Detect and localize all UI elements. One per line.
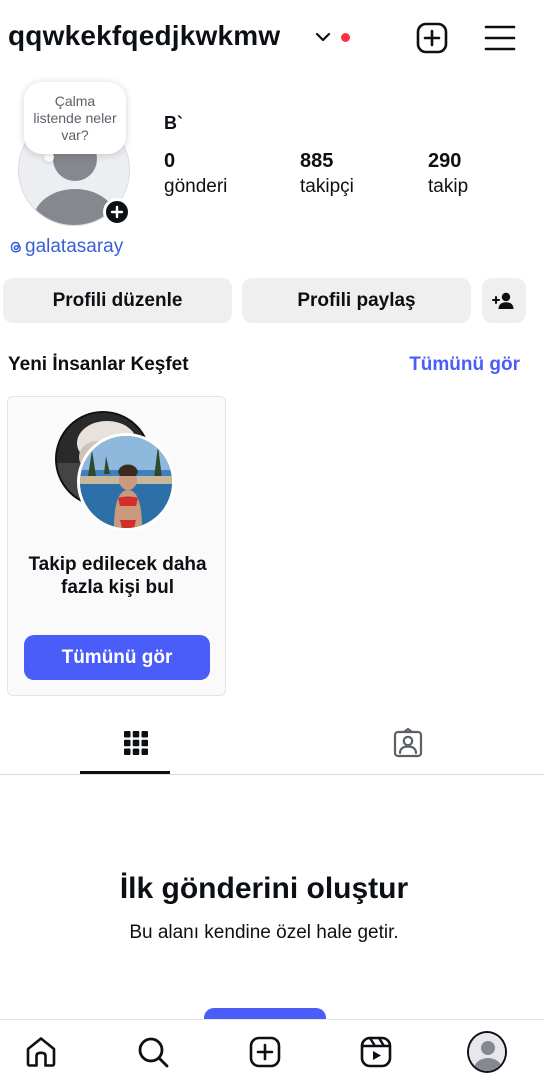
notification-dot xyxy=(341,33,350,42)
menu-icon[interactable] xyxy=(482,20,518,56)
suggested-user-avatar xyxy=(77,433,175,531)
suggested-user-photo xyxy=(80,436,172,528)
search-icon xyxy=(138,1037,169,1068)
posts-label: gönderi xyxy=(164,176,228,197)
followers-count: 885 xyxy=(300,150,334,172)
nav-search[interactable] xyxy=(133,1032,173,1072)
empty-state-title: İlk gönderini oluştur xyxy=(119,872,409,905)
following-stat[interactable]: 290 takip xyxy=(428,148,468,200)
discover-title: Yeni İnsanlar Keşfet xyxy=(8,354,189,375)
default-avatar-icon xyxy=(469,1033,505,1071)
tab-posts-grid[interactable] xyxy=(0,712,272,774)
followers-stat[interactable]: 885 takipçi xyxy=(300,148,354,200)
grid-icon xyxy=(124,731,148,755)
home-icon xyxy=(26,1037,56,1067)
tab-divider xyxy=(0,774,544,775)
nav-profile[interactable] xyxy=(467,1031,507,1073)
bottom-navigation xyxy=(0,1019,544,1080)
suggestion-card-text: Takip edilecek daha fazla kişi bul xyxy=(28,554,207,598)
nav-reels[interactable] xyxy=(356,1032,396,1072)
edit-profile-button[interactable]: Profili düzenle xyxy=(3,278,232,323)
chevron-down-icon[interactable] xyxy=(314,30,332,44)
nav-create[interactable] xyxy=(245,1032,285,1072)
username-title[interactable]: qqwkekfqedjkwkmw xyxy=(8,20,280,52)
discover-see-all-link[interactable]: Tümünü gör xyxy=(409,354,520,376)
threads-icon xyxy=(10,241,21,253)
tagged-icon xyxy=(393,727,423,758)
display-name: B` xyxy=(164,113,183,133)
reels-icon xyxy=(360,1036,392,1068)
add-story-button[interactable] xyxy=(103,198,131,226)
empty-state-subtitle: Bu alanı kendine özel hale getir. xyxy=(129,922,399,943)
note-bubble[interactable]: Çalma listende neler var? xyxy=(24,82,126,154)
following-count: 290 xyxy=(428,150,462,172)
create-icon xyxy=(249,1036,281,1068)
add-person-icon xyxy=(492,292,514,309)
share-profile-button[interactable]: Profili paylaş xyxy=(242,278,471,323)
followers-label: takipçi xyxy=(300,176,354,197)
new-post-icon[interactable] xyxy=(414,20,450,56)
suggestion-card[interactable]: Takip edilecek daha fazla kişi bul Tümün… xyxy=(7,396,226,696)
nav-home[interactable] xyxy=(21,1032,61,1072)
threads-link[interactable]: galatasaray xyxy=(8,236,123,258)
following-label: takip xyxy=(428,176,469,197)
tab-tagged[interactable] xyxy=(272,712,544,774)
posts-stat[interactable]: 0 gönderi xyxy=(164,148,227,200)
profile-icon xyxy=(467,1031,507,1073)
threads-handle-text: galatasaray xyxy=(25,236,124,257)
suggestion-see-all-button[interactable]: Tümünü gör xyxy=(24,635,210,680)
posts-count: 0 xyxy=(164,150,176,172)
discover-people-button[interactable] xyxy=(482,278,526,323)
plus-icon xyxy=(110,205,124,219)
profile-header: qqwkekfqedjkwkmw xyxy=(0,0,544,78)
